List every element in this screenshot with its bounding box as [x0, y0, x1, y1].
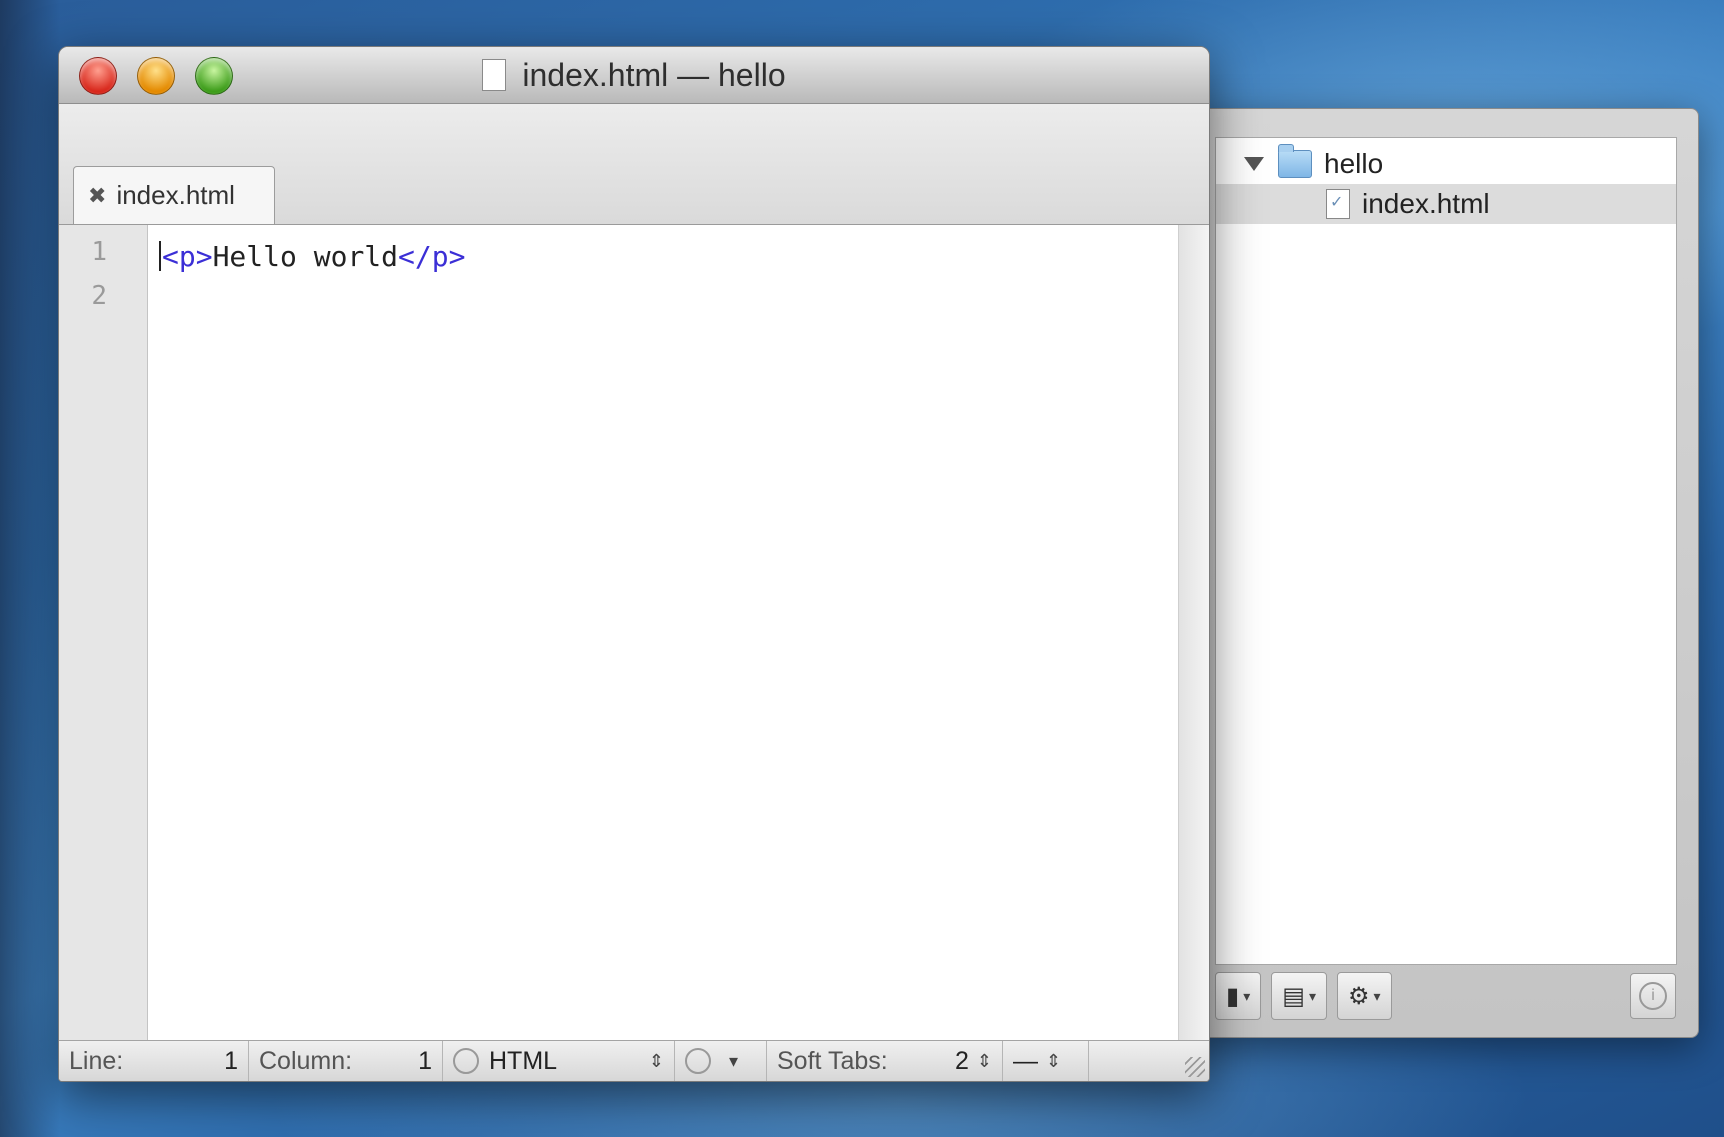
symbol-selector[interactable]: — ⇕	[1003, 1041, 1089, 1081]
chevron-down-icon: ▾	[1308, 987, 1316, 1004]
project-drawer: hello index.html ▮▾ ▤▾ ⚙▾ i	[1192, 108, 1699, 1038]
column-label: Column:	[259, 1046, 353, 1075]
column-value: 1	[418, 1046, 432, 1075]
text-cursor	[159, 241, 161, 271]
disclosure-triangle-icon[interactable]	[1244, 157, 1264, 171]
chevron-down-icon: ▾	[1373, 987, 1381, 1004]
code-editor[interactable]: 1 2 <p>Hello world</p>	[59, 225, 1209, 1041]
close-tab-icon[interactable]: ✖	[88, 183, 106, 209]
line-number: 2	[91, 281, 107, 311]
tab-bar: ✖ index.html	[59, 104, 1209, 225]
gear-icon	[685, 1048, 711, 1074]
code-close-tag: </p>	[398, 240, 466, 273]
new-folder-button[interactable]: ▤ ▾	[1271, 972, 1327, 1020]
close-window-button[interactable]	[79, 57, 117, 95]
language-value: HTML	[489, 1046, 558, 1075]
line-label: Line:	[69, 1046, 124, 1075]
language-selector[interactable]: HTML ⇕	[443, 1041, 675, 1081]
tab-index-html[interactable]: ✖ index.html	[73, 166, 275, 224]
updown-arrows-icon: ⇕	[976, 1050, 992, 1071]
info-button[interactable]: i	[1630, 973, 1676, 1019]
bundle-menu[interactable]: ▾	[675, 1041, 767, 1081]
gear-icon: ⚙	[1347, 982, 1370, 1010]
new-folder-icon: ▤	[1282, 982, 1305, 1010]
updown-arrows-icon: ⇕	[1046, 1050, 1062, 1071]
line-number: 1	[91, 237, 107, 267]
vertical-scrollbar[interactable]	[1178, 225, 1209, 1041]
editor-window: index.html — hello ✖ index.html 1 2 <p>H…	[58, 46, 1210, 1082]
window-title: index.html — hello	[522, 56, 786, 93]
tab-label: index.html	[116, 180, 235, 210]
drawer-toolbar: ▮ ▾ ▤ ▾ ⚙ ▾ i	[1215, 967, 1676, 1025]
zoom-window-button[interactable]	[195, 57, 233, 95]
tree-item-index-html[interactable]: index.html	[1216, 184, 1676, 224]
new-file-button[interactable]: ▮ ▾	[1215, 972, 1262, 1020]
updown-arrows-icon: ⇕	[648, 1050, 664, 1071]
line-number-gutter: 1 2	[59, 225, 148, 1041]
title-bar[interactable]: index.html — hello	[59, 47, 1209, 104]
status-bar: Line: 1 Column: 1 HTML ⇕ ▾ Soft Tabs: 2 …	[59, 1040, 1209, 1081]
folder-icon	[1278, 144, 1312, 178]
project-tree[interactable]: hello index.html	[1215, 137, 1677, 965]
minimize-window-button[interactable]	[137, 57, 175, 95]
column-indicator: Column: 1	[249, 1041, 443, 1081]
code-text[interactable]: <p>Hello world</p>	[159, 235, 465, 279]
resize-grip-icon[interactable]	[1185, 1057, 1205, 1077]
soft-tabs-selector[interactable]: Soft Tabs: 2 ⇕	[767, 1041, 1003, 1081]
code-content: Hello world	[212, 240, 399, 273]
code-open-tag: <p>	[162, 240, 213, 273]
document-icon[interactable]	[482, 59, 507, 91]
soft-tabs-label: Soft Tabs:	[777, 1046, 888, 1075]
tree-item-hello[interactable]: hello	[1216, 144, 1676, 184]
soft-tabs-value: 2	[955, 1046, 969, 1075]
line-value: 1	[224, 1046, 238, 1075]
symbol-value: —	[1013, 1046, 1038, 1075]
new-file-icon: ▮	[1226, 982, 1240, 1010]
action-menu-button[interactable]: ⚙ ▾	[1336, 972, 1392, 1020]
tree-item-label: index.html	[1362, 188, 1490, 219]
chevron-down-icon: ▾	[729, 1050, 739, 1071]
html-file-icon	[1326, 189, 1350, 219]
language-icon	[453, 1048, 479, 1074]
info-icon: i	[1639, 982, 1667, 1010]
chevron-down-icon: ▾	[1243, 987, 1251, 1004]
line-indicator: Line: 1	[59, 1041, 249, 1081]
tree-item-label: hello	[1324, 148, 1384, 179]
